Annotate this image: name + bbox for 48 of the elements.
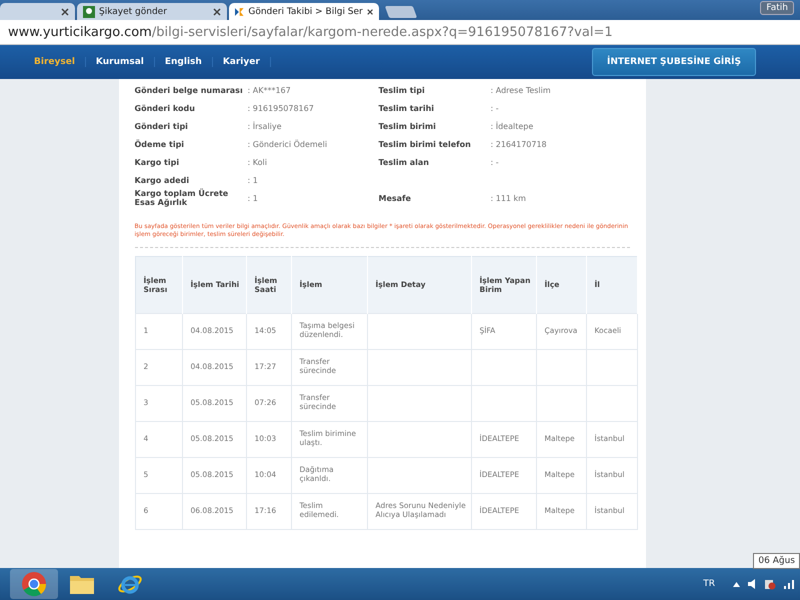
- field-value: : Adrese Teslim: [490, 84, 552, 96]
- field-label: Teslim alan: [378, 156, 430, 168]
- login-button[interactable]: İNTERNET ŞUBESİNE GİRİŞ: [592, 48, 756, 76]
- field-value: : AK***167: [248, 84, 292, 96]
- user-badge[interactable]: Fatih: [760, 1, 794, 15]
- field-label: Kargo tipi: [134, 156, 180, 169]
- speaker-icon[interactable]: [748, 579, 756, 589]
- field-value: : Gönderici Ödemeli: [248, 138, 328, 150]
- nav-link[interactable]: Kurumsal: [86, 57, 155, 67]
- nav-link[interactable]: English: [154, 57, 213, 67]
- browser-tab[interactable]: Gönderi Takibi > Bilgi Ser: [229, 3, 379, 20]
- network-icon[interactable]: [764, 578, 776, 590]
- field-value: : -: [490, 156, 500, 168]
- field-value: : -: [490, 102, 500, 114]
- field-label: Gönderi kodu: [134, 102, 196, 114]
- field-label: Teslim tipi: [378, 84, 426, 97]
- image-icon: [83, 6, 95, 18]
- field-label: Ödeme tipi: [134, 138, 186, 151]
- nav-link[interactable]: Bireysel: [24, 57, 86, 67]
- nav-link[interactable]: Kariyer: [212, 57, 271, 67]
- new-tab-button[interactable]: [384, 6, 418, 18]
- browser-taskbar-icon[interactable]: [10, 569, 58, 599]
- browser-tab[interactable]: Şikayet gönder: [77, 3, 227, 20]
- field-label: Gönderi tipi: [134, 120, 189, 133]
- field-label: Gönderi belge numarası: [134, 84, 244, 97]
- field-label: Teslim tarihi: [378, 102, 436, 114]
- date-tooltip: 06 Ağus: [753, 553, 800, 569]
- field-value: : 2164170718: [490, 138, 548, 150]
- close-icon[interactable]: [366, 8, 373, 16]
- field-value: : 1: [248, 192, 259, 204]
- field-label: Kargo toplam Ücrete Esas Ağırlık: [134, 189, 230, 207]
- signal-icon[interactable]: [784, 579, 794, 589]
- field-value: : 1: [248, 174, 259, 186]
- field-value: : İdealtepe: [490, 120, 534, 133]
- field-value: : Koli: [248, 156, 268, 168]
- field-value: : İrsaliye: [248, 120, 283, 133]
- field-value: : 916195078167: [248, 102, 315, 114]
- field-label: Teslim birimi telefon: [378, 138, 472, 150]
- close-icon[interactable]: [61, 8, 69, 16]
- logo-icon: [235, 6, 244, 16]
- field-value: : 111 km: [490, 192, 527, 204]
- field-label: Kargo adedi: [134, 174, 190, 187]
- up-arrow-icon[interactable]: [733, 582, 740, 586]
- field-label: Mesafe: [378, 192, 412, 204]
- close-icon[interactable]: [213, 8, 221, 16]
- browser-tab[interactable]: [0, 3, 75, 20]
- field-label: Teslim birimi: [378, 120, 437, 132]
- language-indicator[interactable]: TR: [703, 579, 715, 589]
